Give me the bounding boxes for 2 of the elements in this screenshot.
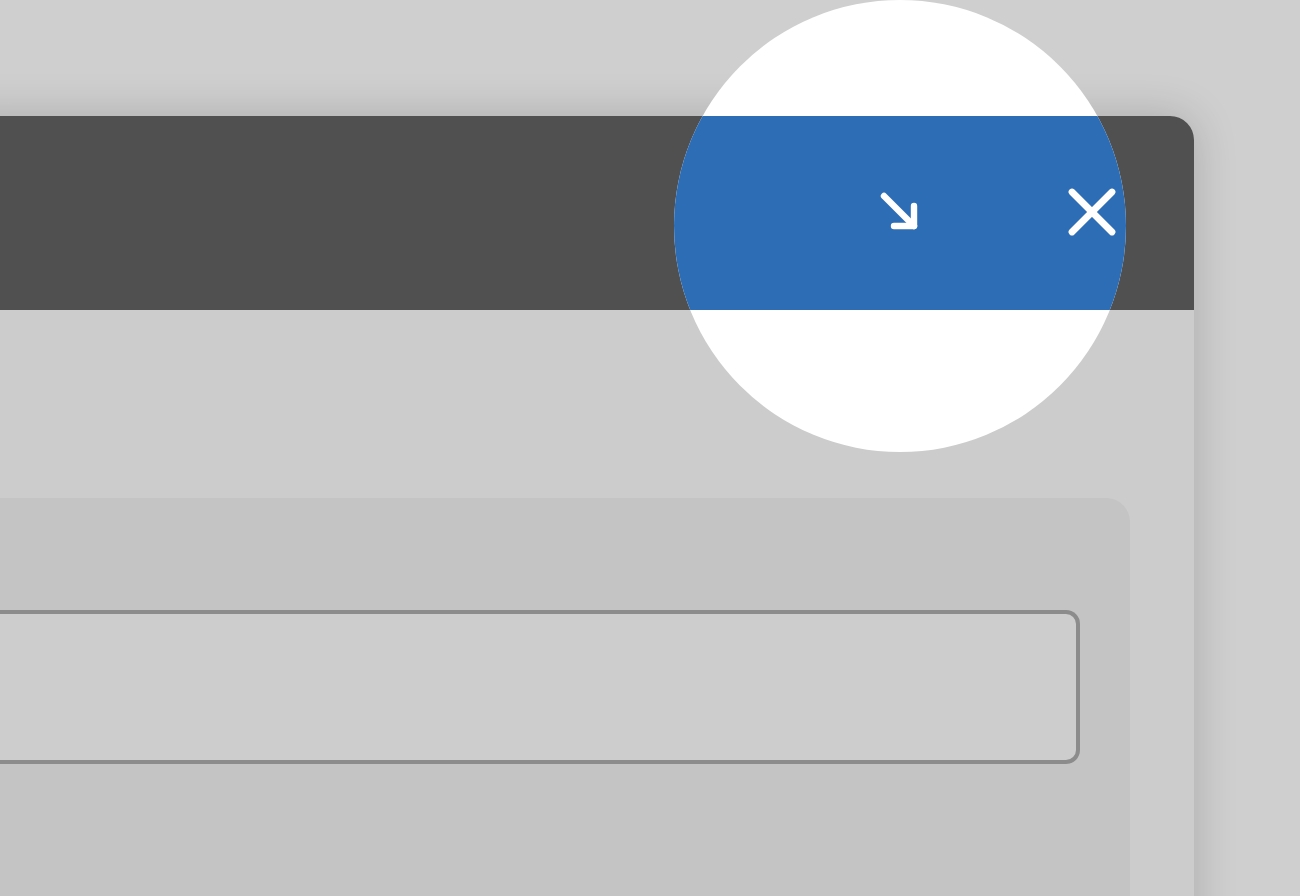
close-icon — [1066, 185, 1118, 237]
input-field[interactable] — [0, 610, 1080, 764]
